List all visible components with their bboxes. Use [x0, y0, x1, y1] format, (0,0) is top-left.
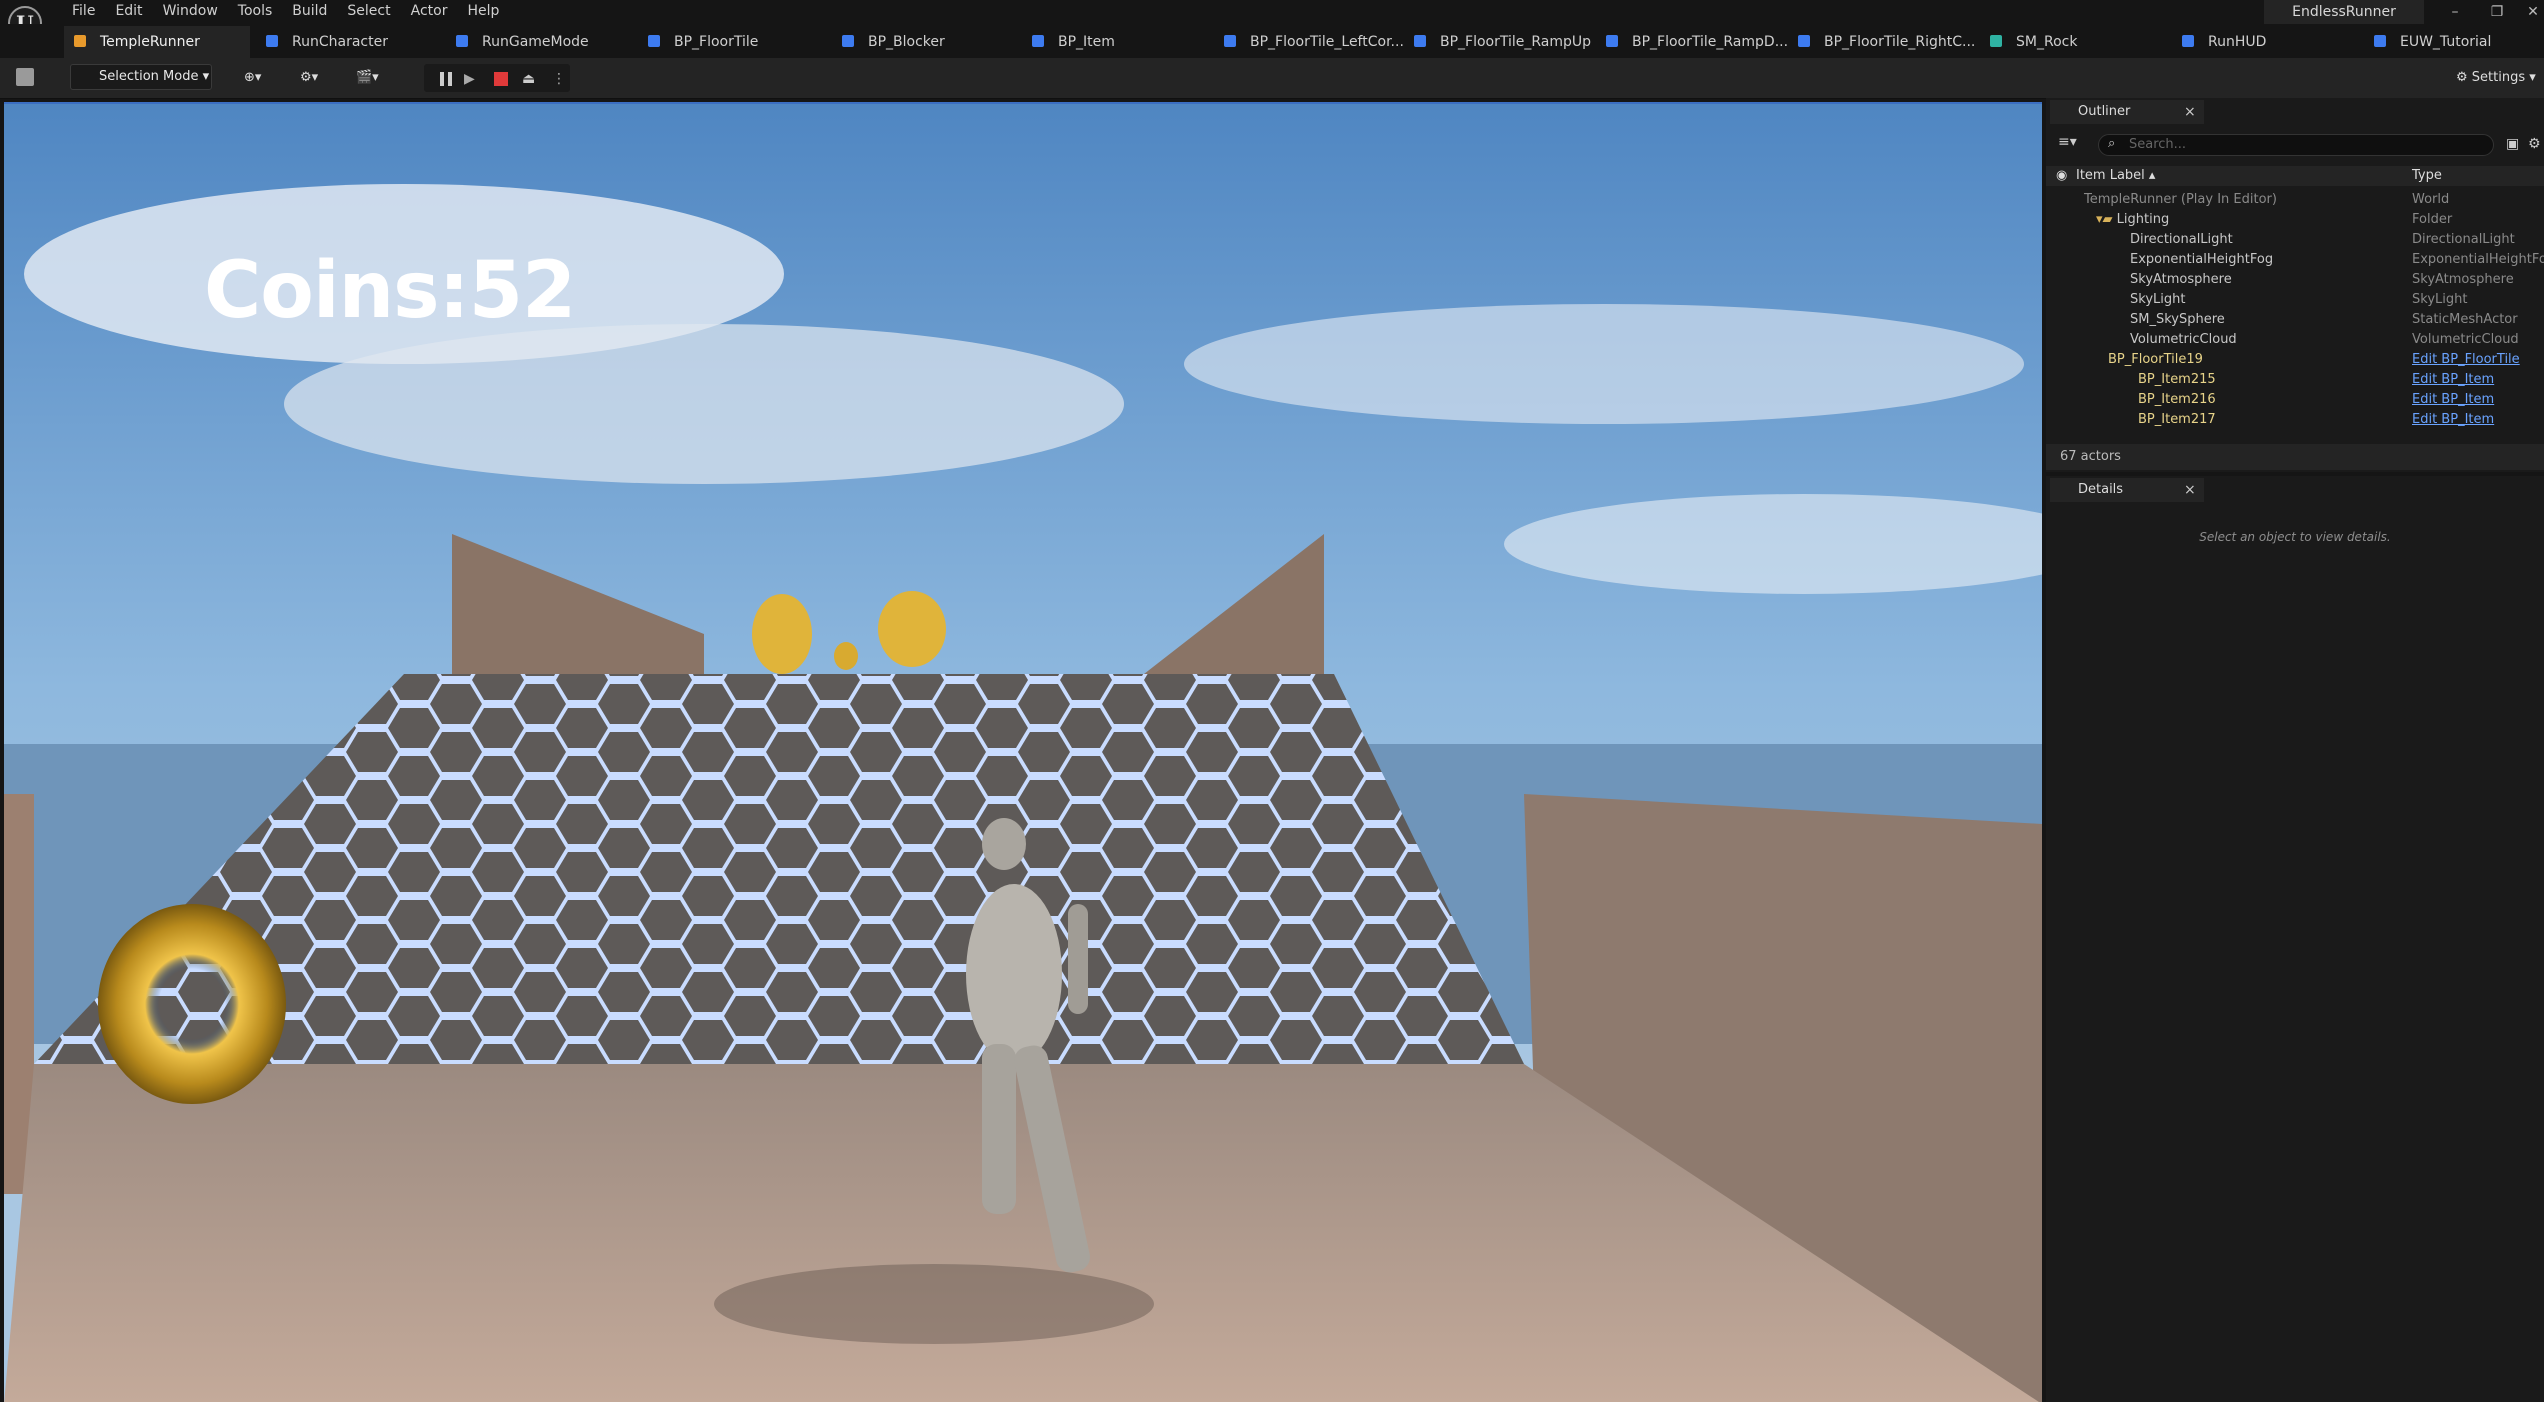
tab-runcharacter[interactable]: RunCharacter — [266, 26, 388, 58]
column-item-label[interactable]: Item Label ▴ — [2076, 168, 2155, 183]
project-name: EndlessRunner — [2264, 0, 2424, 24]
blueprint-menu-icon[interactable]: ⚙▾ — [300, 66, 336, 90]
step-forward-icon[interactable]: ▶ — [464, 72, 480, 86]
tab-templerunner[interactable]: TempleRunner — [64, 26, 250, 58]
stop-icon[interactable] — [494, 72, 508, 86]
column-type[interactable]: Type — [2412, 168, 2442, 183]
outliner-row[interactable]: BP_Item217 Edit BP_Item — [2046, 410, 2544, 430]
menu-file[interactable]: File — [62, 0, 105, 22]
outliner-row[interactable]: SM_SkySphere StaticMeshActor — [2046, 310, 2544, 330]
blueprint-icon — [1224, 35, 1236, 47]
menu-window[interactable]: Window — [153, 0, 228, 22]
eject-icon[interactable]: ⏏ — [522, 72, 538, 86]
outliner-row[interactable]: DirectionalLight DirectionalLight — [2046, 230, 2544, 250]
outliner-row[interactable]: BP_Item216 Edit BP_Item — [2046, 390, 2544, 410]
settings-gear-icon[interactable]: ⚙ — [2528, 136, 2541, 152]
maximize-icon[interactable]: ❐ — [2480, 0, 2514, 24]
tab-euw-tutorial[interactable]: EUW_Tutorial — [2374, 26, 2491, 58]
filter-icon[interactable]: ≡▾ — [2058, 134, 2077, 150]
close-window-icon[interactable]: ✕ — [2516, 0, 2544, 24]
minimize-icon[interactable]: – — [2438, 0, 2472, 24]
gear-icon: ⚙ — [2456, 70, 2472, 85]
tab-rungamemode[interactable]: RunGameMode — [456, 26, 589, 58]
visibility-icon[interactable]: ◉ — [2056, 168, 2067, 183]
tab-sm-rock[interactable]: SM_Rock — [1990, 26, 2077, 58]
coins-counter: Coins:52 — [204, 246, 576, 336]
details-panel — [2046, 476, 2544, 1402]
actor-count: 67 actors — [2046, 444, 2544, 470]
blueprint-icon — [2182, 35, 2194, 47]
tab-outliner[interactable]: Outliner — [2050, 100, 2204, 124]
blueprint-icon — [456, 35, 468, 47]
selection-mode-dropdown[interactable]: Selection Mode ▾ — [70, 64, 212, 90]
menu-bar: File Edit Window Tools Build Select Acto… — [62, 0, 509, 22]
add-folder-icon[interactable]: ▣ — [2506, 136, 2519, 152]
add-actor-icon[interactable]: ⊕▾ — [244, 66, 272, 90]
more-options-icon[interactable]: ⋮ — [552, 72, 568, 86]
details-empty-message: Select an object to view details. — [2199, 530, 2391, 544]
tab-bp-floortile-rampup[interactable]: BP_FloorTile_RampUp — [1414, 26, 1591, 58]
level-viewport[interactable]: Coins:52 — [4, 102, 2042, 1402]
outliner-row[interactable]: SkyLight SkyLight — [2046, 290, 2544, 310]
menu-help[interactable]: Help — [457, 0, 509, 22]
close-outliner-icon[interactable]: × — [2184, 104, 2196, 120]
cinematics-icon[interactable]: 🎬▾ — [356, 66, 392, 90]
tab-runhud[interactable]: RunHUD — [2182, 26, 2266, 58]
settings-button[interactable]: ⚙ Settings ▾ — [2456, 66, 2536, 90]
blueprint-icon — [648, 35, 660, 47]
outliner-row[interactable]: BP_Item215 Edit BP_Item — [2046, 370, 2544, 390]
search-icon: ⌕ — [2108, 136, 2116, 151]
outliner-column-header: ◉ Item Label ▴ Type — [2046, 166, 2544, 186]
menu-edit[interactable]: Edit — [105, 0, 152, 22]
outliner-row[interactable]: SkyAtmosphere SkyAtmosphere — [2046, 270, 2544, 290]
blueprint-icon — [1414, 35, 1426, 47]
tab-bp-floortile-rampdown[interactable]: BP_FloorTile_RampD... — [1606, 26, 1788, 58]
close-details-icon[interactable]: × — [2184, 482, 2196, 498]
outliner-row[interactable]: BP_FloorTile19 Edit BP_FloorTile — [2046, 350, 2544, 370]
blueprint-icon — [1798, 35, 1810, 47]
pause-icon[interactable] — [440, 72, 452, 86]
tab-bp-floortile[interactable]: BP_FloorTile — [648, 26, 758, 58]
widget-icon — [2374, 35, 2386, 47]
play-controls: ▶ ⏏ ⋮ — [424, 64, 570, 92]
tab-bp-item[interactable]: BP_Item — [1032, 26, 1115, 58]
menu-select[interactable]: Select — [337, 0, 400, 22]
outliner-row[interactable]: VolumetricCloud VolumetricCloud — [2046, 330, 2544, 350]
folder-icon: ▾▰ — [2096, 212, 2117, 227]
menu-actor[interactable]: Actor — [401, 0, 458, 22]
blueprint-icon — [266, 35, 278, 47]
outliner-row[interactable]: ▾▰ Lighting Folder — [2046, 210, 2544, 230]
save-icon[interactable] — [16, 68, 34, 86]
tab-bp-floortile-leftcorner[interactable]: BP_FloorTile_LeftCor... — [1224, 26, 1404, 58]
tab-bp-blocker[interactable]: BP_Blocker — [842, 26, 945, 58]
outliner-row[interactable]: ExponentialHeightFog ExponentialHeightFog — [2046, 250, 2544, 270]
level-icon — [74, 35, 86, 47]
blueprint-icon — [1032, 35, 1044, 47]
menu-tools[interactable]: Tools — [228, 0, 283, 22]
blueprint-icon — [1606, 35, 1618, 47]
outliner-row[interactable]: TempleRunner (Play In Editor) World — [2046, 190, 2544, 210]
menu-build[interactable]: Build — [282, 0, 337, 22]
tab-details[interactable]: Details — [2050, 478, 2204, 502]
outliner-search-input[interactable]: Search... — [2098, 134, 2494, 156]
static-mesh-icon — [1990, 35, 2002, 47]
tab-bp-floortile-rightcorner[interactable]: BP_FloorTile_RightC... — [1798, 26, 1975, 58]
blueprint-icon — [842, 35, 854, 47]
